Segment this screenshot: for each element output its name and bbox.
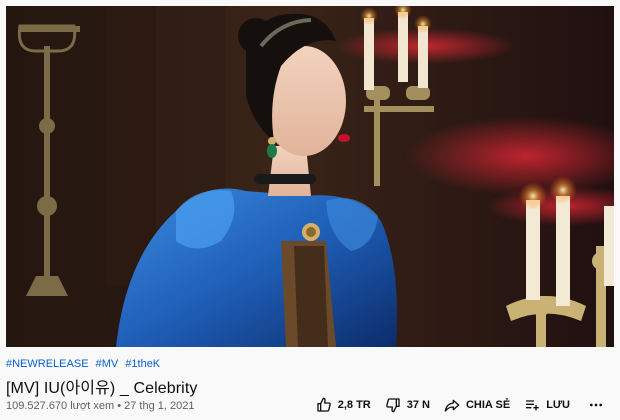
video-meta: 109.527.670 lượt xem • 27 thg 1, 2021 <box>6 400 194 412</box>
share-label: CHIA SẺ <box>465 399 511 411</box>
share-arrow-icon <box>444 399 460 412</box>
video-frame-image <box>6 6 614 347</box>
upload-date: 27 thg 1, 2021 <box>124 400 195 412</box>
dislike-button[interactable]: 37 N <box>385 397 430 413</box>
save-label: LƯU <box>546 399 570 411</box>
video-player[interactable] <box>6 6 614 347</box>
dislike-count: 37 N <box>406 399 430 411</box>
action-bar: 2,8 TR 37 N CHIA SẺ LƯU <box>302 397 610 413</box>
video-title: [MV] IU(아이유) _ Celebrity <box>6 380 198 397</box>
like-count: 2,8 TR <box>337 399 371 411</box>
video-info: #NEWRELEASE #MV #1theK [MV] IU(아이유) _ Ce… <box>6 349 614 420</box>
meta-separator: • <box>117 400 122 412</box>
share-button[interactable]: CHIA SẺ <box>444 397 510 413</box>
hashtag-link[interactable]: #1theK <box>125 358 160 370</box>
save-button[interactable]: LƯU <box>524 397 570 413</box>
like-button[interactable]: 2,8 TR <box>316 397 371 413</box>
more-horizontal-icon <box>590 403 602 407</box>
playlist-add-icon <box>526 400 539 411</box>
hashtag-link[interactable]: #NEWRELEASE <box>6 358 89 370</box>
thumbs-down-icon <box>385 398 400 413</box>
view-count: 109.527.670 lượt xem <box>6 400 115 412</box>
hashtag-link[interactable]: #MV <box>96 358 119 370</box>
hashtag-list: #NEWRELEASE #MV #1theK <box>6 358 164 370</box>
thumbs-up-icon <box>317 397 331 412</box>
more-actions-button[interactable] <box>588 397 610 413</box>
